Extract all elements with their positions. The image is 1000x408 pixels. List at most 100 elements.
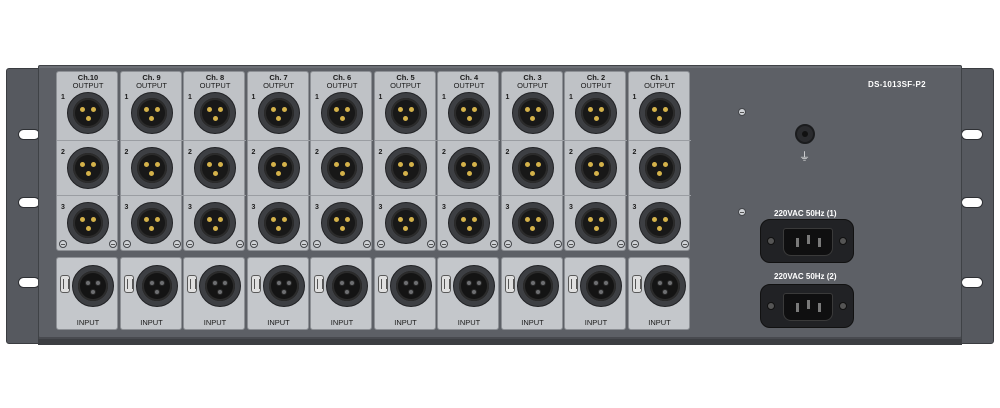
xlr-male-output-jack[interactable] (321, 202, 363, 244)
output-panel: Ch. 6 OUTPUT 1 2 3 (310, 71, 373, 251)
xlr-male-output-jack[interactable] (448, 202, 490, 244)
divider (57, 195, 119, 196)
latch-release-tab[interactable] (250, 275, 261, 293)
xlr-female-input-jack[interactable] (453, 265, 495, 307)
port-number: 1 (632, 94, 637, 101)
port-number: 2 (442, 149, 446, 156)
xlr-female-input-jack[interactable] (199, 265, 241, 307)
input-panel: INPUT (183, 257, 245, 330)
panel-screw (440, 240, 448, 248)
panel-screw (426, 240, 435, 248)
panel-screw (249, 240, 258, 248)
output-label: OUTPUT (644, 81, 675, 90)
xlr-male-output-jack[interactable] (130, 147, 173, 189)
xlr-male-output-jack[interactable] (511, 92, 554, 134)
rack-mount-slot (961, 277, 983, 288)
output-label: OUTPUT (199, 81, 231, 90)
xlr-female-input-jack[interactable] (326, 265, 368, 307)
xlr-male-output-jack[interactable] (67, 202, 109, 244)
output-label: OUTPUT (326, 81, 358, 90)
port-number: 3 (442, 204, 446, 211)
port-number: 2 (61, 149, 65, 156)
latch-release-tab[interactable] (441, 275, 451, 293)
port-number: 2 (124, 149, 129, 156)
input-label: INPUT (267, 318, 290, 327)
xlr-male-output-jack[interactable] (194, 92, 236, 134)
output-panel: Ch. 3 OUTPUT 1 2 3 (500, 71, 564, 251)
xlr-male-output-jack[interactable] (384, 202, 427, 244)
rack-mount-slot (18, 197, 40, 208)
xlr-female-input-jack[interactable] (580, 265, 622, 307)
output-label: OUTPUT (72, 81, 104, 90)
panel-screw (490, 240, 498, 248)
iec-socket (783, 293, 833, 321)
rack-mount-slot (18, 277, 40, 288)
xlr-female-input-jack[interactable] (135, 265, 178, 307)
panel-screw (617, 240, 625, 248)
xlr-male-output-jack[interactable] (511, 147, 554, 189)
output-label: OUTPUT (390, 81, 421, 90)
latch-release-tab[interactable] (60, 275, 70, 293)
xlr-female-input-jack[interactable] (72, 265, 114, 307)
input-label: INPUT (521, 318, 544, 327)
output-label: OUTPUT (263, 81, 294, 90)
xlr-female-input-jack[interactable] (262, 265, 305, 307)
xlr-male-output-jack[interactable] (638, 202, 681, 244)
port-number: 3 (569, 204, 573, 211)
xlr-male-output-jack[interactable] (257, 147, 300, 189)
xlr-female-input-jack[interactable] (389, 265, 432, 307)
xlr-male-output-jack[interactable] (638, 92, 681, 134)
xlr-male-output-jack[interactable] (384, 92, 427, 134)
power-inlet-1[interactable] (760, 219, 854, 263)
xlr-male-output-jack[interactable] (257, 92, 300, 134)
latch-release-tab[interactable] (187, 275, 197, 293)
xlr-female-input-jack[interactable] (643, 265, 686, 307)
latch-release-tab[interactable] (314, 275, 324, 293)
divider (247, 140, 310, 141)
xlr-male-output-jack[interactable] (638, 147, 681, 189)
xlr-male-output-jack[interactable] (321, 147, 363, 189)
output-label: OUTPUT (517, 81, 548, 90)
panel-screw (376, 240, 385, 248)
output-panel: Ch. 5 OUTPUT 1 2 3 (373, 71, 437, 251)
output-panel: Ch. 8 OUTPUT 1 2 3 (183, 71, 246, 251)
latch-release-tab[interactable] (631, 275, 642, 293)
xlr-male-output-jack[interactable] (194, 147, 236, 189)
divider (438, 195, 500, 196)
latch-release-tab[interactable] (123, 275, 134, 293)
xlr-male-output-jack[interactable] (384, 147, 427, 189)
xlr-male-output-jack[interactable] (321, 92, 363, 134)
rack-mount-slot (961, 197, 983, 208)
xlr-male-output-jack[interactable] (67, 147, 109, 189)
input-label: INPUT (76, 318, 100, 327)
port-number: 3 (632, 204, 637, 211)
port-number: 1 (315, 94, 319, 101)
panel-screw (109, 240, 117, 248)
input-panel: INPUT (627, 257, 690, 330)
xlr-male-output-jack[interactable] (575, 92, 617, 134)
xlr-male-output-jack[interactable] (448, 147, 490, 189)
divider (374, 195, 437, 196)
latch-release-tab[interactable] (504, 275, 515, 293)
divider (628, 195, 691, 196)
xlr-male-output-jack[interactable] (130, 202, 173, 244)
xlr-male-output-jack[interactable] (194, 202, 236, 244)
panel-screw (363, 240, 371, 248)
xlr-female-input-jack[interactable] (516, 265, 559, 307)
divider (311, 195, 373, 196)
panel-screw (503, 240, 512, 248)
xlr-male-output-jack[interactable] (67, 92, 109, 134)
xlr-male-output-jack[interactable] (575, 147, 617, 189)
xlr-male-output-jack[interactable] (575, 202, 617, 244)
xlr-male-output-jack[interactable] (511, 202, 554, 244)
latch-release-tab[interactable] (568, 275, 578, 293)
divider (565, 195, 627, 196)
xlr-male-output-jack[interactable] (448, 92, 490, 134)
panel-screw (767, 302, 775, 310)
xlr-male-output-jack[interactable] (130, 92, 173, 134)
xlr-male-output-jack[interactable] (257, 202, 300, 244)
port-number: 2 (315, 149, 319, 156)
ground-terminal[interactable] (795, 124, 815, 144)
latch-release-tab[interactable] (377, 275, 388, 293)
power-inlet-2[interactable] (760, 284, 854, 328)
